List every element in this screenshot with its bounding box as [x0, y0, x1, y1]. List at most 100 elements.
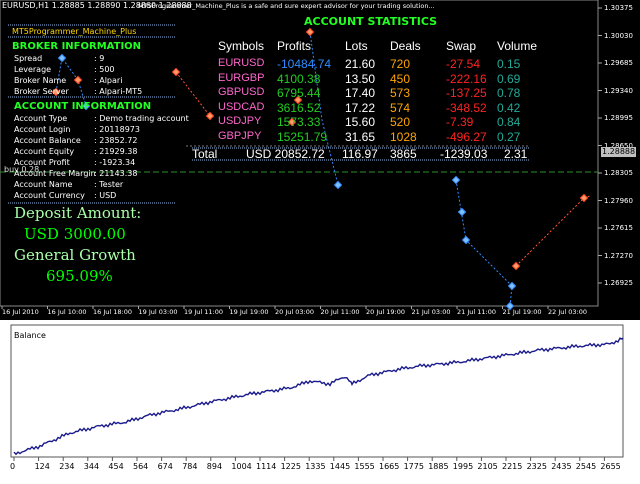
time-label: 21 Jul 11:00 — [457, 308, 496, 316]
stats-column-header: Swap — [446, 39, 477, 53]
sell-trade-marker — [507, 281, 517, 291]
balance-x-label: 454 — [108, 462, 124, 471]
price-label: 1.29340 — [604, 86, 633, 95]
sell-trade-marker — [333, 180, 343, 190]
balance-x-label: 1335 — [305, 462, 326, 471]
account-info-label: Account Free Margin — [14, 169, 96, 178]
price-label: 1.28305 — [604, 169, 633, 177]
broker-info-label: Leverage — [14, 65, 52, 74]
stats-deals: 574 — [390, 100, 411, 115]
stats-deals: 450 — [390, 71, 411, 86]
broker-info-value: : Alpari-MT5 — [94, 87, 143, 96]
stats-deals: 520 — [390, 115, 411, 129]
stats-lots: 13.50 — [345, 71, 376, 86]
stats-swap: -348.52 — [446, 100, 487, 115]
broker-info-header: BROKER INFORMATION — [12, 41, 142, 52]
stats-profit: 1573.33 — [277, 115, 321, 129]
balance-x-label: 1775 — [403, 462, 424, 471]
advisor-name: MT5Programmer_Machine_Plus — [12, 27, 137, 36]
stats-column-header: Symbols — [218, 39, 265, 53]
price-label: 1.30375 — [604, 4, 633, 12]
balance-x-label: 124 — [34, 462, 50, 471]
broker-info-label: Broker Server — [14, 87, 69, 96]
stats-symbol: EURUSD — [218, 57, 265, 69]
account-info-value: : -1923.34 — [94, 158, 136, 167]
broker-info-value: : 500 — [94, 65, 115, 74]
price-chart[interactable]: EURUSD,H1 1.28885 1.28890 1.28860 1.2888… — [0, 0, 640, 320]
account-info-value: : 23852.72 — [94, 136, 138, 145]
balance-x-label: 2105 — [477, 462, 498, 471]
stats-volume: 0.78 — [497, 86, 521, 100]
sell-trade-marker — [57, 53, 67, 63]
balance-chart — [10, 324, 624, 461]
time-label: 19 Jul 19:00 — [229, 308, 269, 316]
balance-x-label: 2655 — [600, 462, 621, 471]
stats-volume: 0.69 — [497, 71, 521, 86]
balance-x-label: 1004 — [231, 462, 252, 471]
buy-trade-marker — [73, 75, 83, 85]
buy-trade-marker — [305, 27, 315, 37]
balance-x-label: 1445 — [329, 462, 351, 471]
time-label: 21 Jul 03:00 — [411, 308, 451, 316]
account-info-value: : 21929.38 — [94, 147, 138, 156]
broker-info-value: : 9 — [94, 54, 105, 63]
stats-swap: -7.39 — [446, 115, 474, 129]
balance-x-label: 2215 — [502, 462, 523, 471]
balance-x-label: 1225 — [280, 462, 301, 471]
stats-column-header: Deals — [390, 39, 421, 53]
account-info-header: ACCOUNT INFORMATION — [14, 101, 152, 112]
time-label: 20 Jul 03:00 — [275, 308, 314, 316]
stats-total-volume: 2.31 — [504, 147, 528, 161]
balance-x-label: 1665 — [379, 462, 400, 471]
account-info-label: Account Equity — [14, 147, 75, 156]
stats-volume: 0.15 — [497, 57, 521, 71]
balance-x-label: 564 — [133, 462, 149, 471]
stats-profit: 6795.44 — [277, 86, 321, 100]
stats-total-deals: 3865 — [390, 147, 417, 161]
price-label: 1.27270 — [604, 251, 633, 260]
buy-trade-marker — [171, 67, 181, 77]
account-info-label: Account Currency — [14, 191, 85, 200]
price-label: 1.29685 — [604, 59, 633, 67]
stats-symbol: USDJPY — [218, 115, 262, 127]
balance-x-label: 0 — [10, 462, 16, 471]
general-growth-label: General Growth — [14, 246, 136, 264]
stats-swap: -27.54 — [446, 57, 481, 71]
stats-profit: -10484.74 — [277, 57, 332, 71]
stats-swap: -137.25 — [446, 86, 487, 100]
balance-title: Balance — [14, 331, 46, 340]
stats-profit: 4100.38 — [277, 71, 321, 86]
broker-info-value: : Alpari — [94, 76, 123, 85]
account-info-label: Account Profit — [14, 158, 70, 167]
stats-symbol: GBPUSD — [218, 86, 265, 98]
balance-x-label: 2545 — [575, 462, 597, 471]
balance-x-label: 784 — [182, 462, 198, 471]
stats-volume: 0.27 — [497, 129, 521, 144]
balance-x-label: 674 — [157, 462, 173, 471]
balance-x-label: 234 — [59, 462, 75, 471]
stats-deals: 1028 — [390, 129, 417, 144]
balance-x-label: 1995 — [452, 462, 474, 471]
sell-trade-marker — [451, 175, 461, 185]
time-label: 19 Jul 11:00 — [184, 308, 223, 316]
balance-x-label: 1114 — [256, 462, 277, 471]
stats-symbol: EURGBP — [218, 71, 265, 84]
account-info-label: Account Login — [14, 125, 71, 134]
account-info-label: Account Balance — [14, 136, 81, 145]
deposit-label: Deposit Amount: — [14, 204, 142, 222]
stats-lots: 17.40 — [345, 86, 376, 100]
price-label: 1.27960 — [604, 196, 633, 205]
account-statistics-header: ACCOUNT STATISTICS — [304, 15, 438, 28]
stats-total-label: Total — [192, 147, 218, 161]
stats-column-header: Lots — [345, 39, 368, 53]
time-label: 22 Jul 03:00 — [548, 308, 587, 316]
account-info-value: : USD — [94, 191, 117, 200]
deposit-amount: USD 3000.00 — [24, 225, 126, 243]
broker-info-label: Spread — [14, 54, 43, 63]
balance-x-label: 2325 — [526, 462, 547, 471]
stats-profit: 15251.79 — [277, 129, 328, 144]
account-info-value: : 21143.38 — [94, 169, 138, 178]
time-label: 19 Jul 03:00 — [138, 308, 178, 316]
time-label: 16 Jul 10:00 — [47, 308, 87, 316]
time-label: 20 Jul 11:00 — [320, 308, 360, 316]
